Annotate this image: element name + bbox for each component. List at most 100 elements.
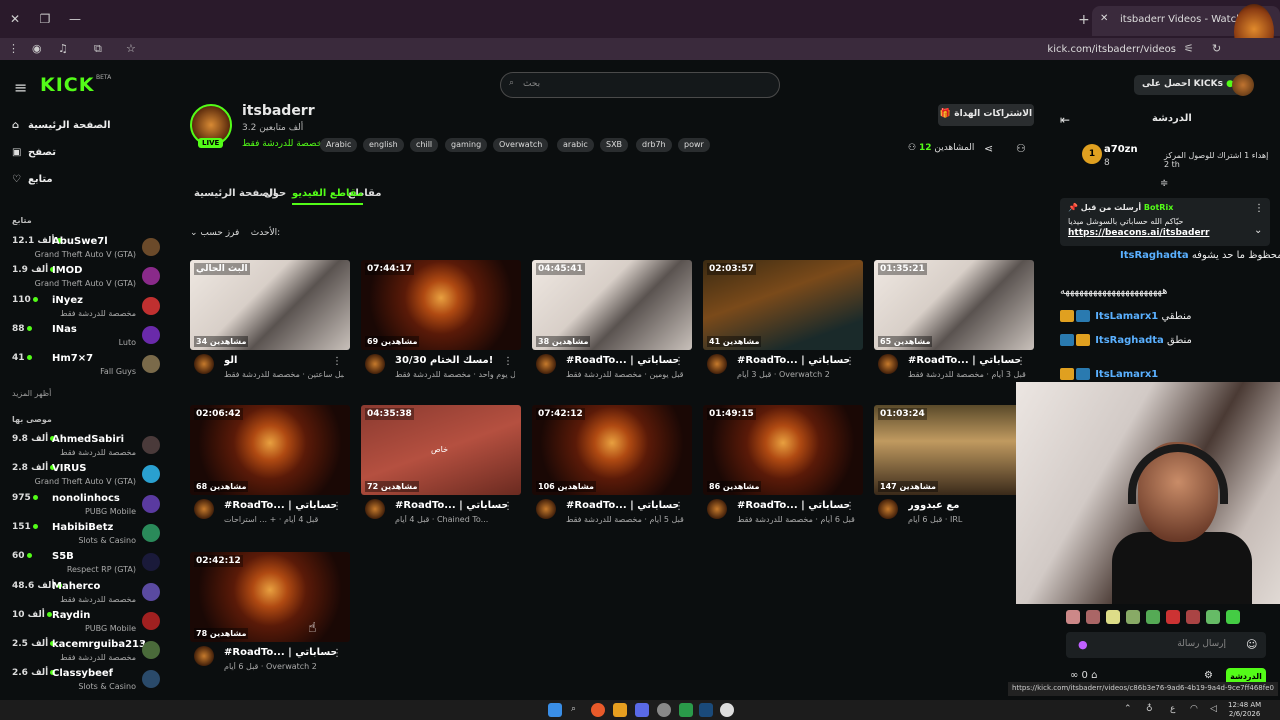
taskbar-clock[interactable]: 12:48 AM 2/6/2026 <box>1228 701 1261 719</box>
video-title[interactable]: #RoadTo... | إحساباتي <box>737 355 849 366</box>
video-card[interactable]: 04:45:41 38 مشاهدين #RoadTo... | إحساباتي ق… <box>532 260 692 388</box>
video-channel-avatar[interactable] <box>365 354 385 374</box>
bookmark-star-icon[interactable]: ☆ <box>126 42 136 55</box>
nav-home[interactable]: ⌂ الصفحة الرئيسية <box>12 120 111 131</box>
emoji-icon[interactable]: ☺ <box>1246 638 1257 651</box>
sidebar-channel[interactable]: 2.5 ألف kacemrguiba213 مخصصة للدردشة فقط <box>12 639 162 667</box>
video-menu-icon[interactable]: ⋮ <box>674 501 684 512</box>
channel-avatar[interactable] <box>142 238 160 256</box>
wifi-icon[interactable]: ◠ <box>1190 704 1198 714</box>
video-thumbnail[interactable]: 02:03:57 41 مشاهدين <box>703 260 863 350</box>
video-thumbnail[interactable]: 07:42:12 106 مشاهدين <box>532 405 692 495</box>
sidebar-channel[interactable]: 60 S5B Respect RP (GTA) <box>12 551 162 579</box>
chat-input[interactable]: إرسال رسالة <box>1066 632 1266 658</box>
filter-icon[interactable]: ≑ <box>1160 178 1168 189</box>
channel-avatar[interactable] <box>142 553 160 572</box>
video-card[interactable]: 01:03:24 147 مشاهدين مع عبدوور قبل 6 أيام ·… <box>874 405 1034 533</box>
emote-icon[interactable] <box>1186 610 1200 624</box>
site-settings-icon[interactable]: ⚟ <box>1184 42 1194 55</box>
sidebar-channel[interactable]: 2.6 ألف Classybeef Slots & Casino <box>12 668 162 696</box>
video-channel-avatar[interactable] <box>194 354 214 374</box>
tray-chevron-icon[interactable]: ⌃ <box>1124 704 1132 714</box>
video-card[interactable]: 01:49:15 86 مشاهدين #RoadTo... | إحساباتي ق… <box>703 405 863 533</box>
emote-icon[interactable] <box>1066 610 1080 624</box>
channel-avatar[interactable] <box>142 267 160 286</box>
channel-avatar[interactable] <box>142 611 160 630</box>
chrome-icon[interactable] <box>591 703 605 717</box>
gift-shop-icon[interactable]: ⌂ <box>1091 670 1097 681</box>
video-menu-icon[interactable]: ⋮ <box>845 501 855 512</box>
emote-icon[interactable] <box>1106 610 1120 624</box>
nav-following[interactable]: ♡ متابع <box>12 174 53 185</box>
extension-icon[interactable]: ◉ <box>32 42 42 55</box>
tab-home[interactable]: الصفحة الرئيسية <box>194 188 277 199</box>
video-card[interactable]: البث الحالي 34 مشاهدين الو قبل ساعتين · مخص… <box>190 260 350 388</box>
collapse-chat-icon[interactable]: ⇤ <box>1060 113 1070 127</box>
video-menu-icon[interactable]: ⋮ <box>332 356 342 367</box>
minimize-window-icon[interactable]: — <box>66 10 84 28</box>
video-channel-avatar[interactable] <box>194 499 214 519</box>
video-title[interactable]: #RoadTo... | إحساباتي <box>737 500 849 511</box>
channel-tag[interactable]: SXB <box>600 138 629 152</box>
emote-icon[interactable] <box>1226 610 1240 624</box>
channel-avatar[interactable] <box>142 436 160 454</box>
video-thumbnail[interactable]: 01:49:15 86 مشاهدين <box>703 405 863 495</box>
tab-close-icon[interactable]: ✕ <box>1100 13 1108 24</box>
tab-share-icon[interactable]: ⧉ <box>94 42 102 56</box>
kick-logo[interactable]: KICK <box>40 74 94 96</box>
video-title[interactable]: #RoadTo... | إحساباتي <box>224 647 336 658</box>
video-menu-icon[interactable]: ⋮ <box>845 356 855 367</box>
get-kicks-button[interactable]: احصل على KICKs ● <box>1134 75 1242 95</box>
media-icon[interactable]: ♫ <box>58 42 68 55</box>
follow-user-icon[interactable]: ⚇ <box>1016 142 1026 155</box>
channel-avatar[interactable] <box>142 325 160 344</box>
chat-username[interactable]: ItsRaghadta <box>1095 335 1164 346</box>
chat-settings-icon[interactable]: ⚙ <box>1204 670 1213 681</box>
kebab-menu-icon[interactable]: ⋮ <box>8 42 19 55</box>
language-indicator[interactable]: ع <box>1170 704 1175 714</box>
search-input[interactable]: ⌕ بحث <box>500 72 780 98</box>
video-channel-avatar[interactable] <box>365 499 385 519</box>
share-icon[interactable]: ⋖ <box>984 142 993 155</box>
start-icon[interactable] <box>548 703 562 717</box>
hamburger-menu-icon[interactable]: ≡ <box>14 78 27 97</box>
channel-category[interactable]: مخصصة للدردشة فقط <box>242 139 327 149</box>
gift-subs-button[interactable]: 🎁 الاشتراكات الهداة <box>938 104 1034 126</box>
taskbar-search-icon[interactable]: ⌕ <box>571 704 576 714</box>
channel-avatar[interactable] <box>142 523 160 542</box>
emote-icon[interactable] <box>1206 610 1220 624</box>
volume-icon[interactable]: ◁ <box>1210 704 1217 714</box>
channel-avatar[interactable] <box>142 355 160 374</box>
video-menu-icon[interactable]: ⋮ <box>332 648 342 659</box>
sidebar-channel[interactable]: 12.1 ألف AbuSwe7l Grand Theft Auto V (GTA) <box>12 236 162 264</box>
app-icon[interactable] <box>613 703 627 717</box>
emote-icon[interactable] <box>1086 610 1100 624</box>
video-thumbnail[interactable]: 07:44:17 69 مشاهدين <box>361 260 521 350</box>
sidebar-channel[interactable]: 88 INas Luto <box>12 324 162 352</box>
sidebar-channel[interactable]: 2.8 ألف VIRUS Grand Theft Auto V (GTA) <box>12 463 162 491</box>
reload-icon[interactable]: ↻ <box>1212 42 1221 55</box>
video-card[interactable]: 07:42:12 106 مشاهدين #RoadTo... | إحساباتي… <box>532 405 692 533</box>
chat-username[interactable]: ItsRaghadta <box>1120 250 1189 261</box>
video-menu-icon[interactable]: ⋮ <box>503 501 513 512</box>
video-menu-icon[interactable]: ⋮ <box>674 356 684 367</box>
video-title[interactable]: #RoadTo... | إحساباتي <box>566 500 678 511</box>
video-channel-avatar[interactable] <box>536 354 556 374</box>
channel-avatar[interactable] <box>142 670 160 689</box>
pinned-link[interactable]: https://beacons.ai/itsbaderr <box>1068 228 1262 238</box>
channel-avatar[interactable] <box>142 494 160 513</box>
channel-avatar[interactable] <box>142 582 160 601</box>
discord-icon[interactable] <box>635 703 649 717</box>
channel-tag[interactable]: gaming <box>445 138 488 152</box>
emote-icon[interactable] <box>1166 610 1180 624</box>
sidebar-channel[interactable]: 151 HabibiBetz Slots & Casino <box>12 522 162 550</box>
video-card[interactable]: 02:03:57 41 مشاهدين #RoadTo... | إحساباتي ق… <box>703 260 863 388</box>
pinned-menu-icon[interactable]: ⋮ <box>1254 203 1264 214</box>
video-title[interactable]: #RoadTo... | إحساباتي <box>908 355 1020 366</box>
video-title[interactable]: مع عبدوور <box>908 500 1020 511</box>
video-card[interactable]: 04:35:38 72 مشاهدين خاص #RoadTo... | إحسابا… <box>361 405 521 533</box>
channel-tag[interactable]: drb7h <box>636 138 672 152</box>
video-channel-avatar[interactable] <box>536 499 556 519</box>
emote-icon[interactable] <box>1126 610 1140 624</box>
channel-tag[interactable]: Arabic <box>320 138 358 152</box>
